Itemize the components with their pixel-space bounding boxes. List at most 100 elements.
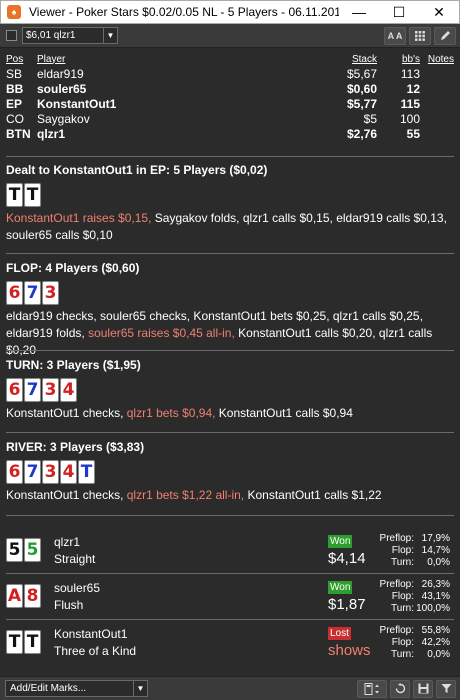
turn-actions-b: KonstantOut1 calls $0,94 [215,406,353,420]
stat-label: Flop: [391,590,414,602]
divider [6,515,454,516]
replay-icon[interactable] [390,679,410,698]
result-player-name: KonstantOut1 [54,627,128,641]
stat-value: 0,0% [427,556,450,568]
table-row[interactable]: CO Saygakov $5 100 [6,111,454,126]
river-actions-b: KonstantOut1 calls $1,22 [244,488,382,502]
equity-stats: Preflop: 17,9% Flop: 14,7% Turn: 0,0% [370,532,450,568]
card: 6 [6,378,23,402]
status-badge: Won [328,535,353,548]
flop-actions: eldar919 checks, souler65 checks, Konsta… [6,308,454,359]
player-stack: $5,67 [346,66,377,81]
player-pos: SB [6,66,23,81]
header-player[interactable]: Player [37,54,287,65]
stat-value: 17,9% [421,532,450,544]
turn-actions-highlight: qlzr1 bets $0,94, [126,406,216,420]
card: 3 [42,460,59,484]
calculator-icon[interactable] [357,679,387,698]
stat-value: 55,8% [421,624,450,636]
player-pos: EP [6,96,23,111]
result-hand: Three of a Kind [54,644,137,658]
header-notes[interactable]: Notes [420,54,454,65]
hole-cards: T T [6,183,454,207]
table-row[interactable]: SB eldar919 $5,67 113 [6,66,454,81]
flop-section: FLOP: 4 Players ($0,60) 6 7 3 eldar919 c… [6,261,454,359]
player-bb: 12 [406,81,420,96]
card: 4 [60,460,77,484]
card: A [6,584,23,608]
preflop-title: Dealt to KonstantOut1 in EP: 5 Players (… [6,163,268,177]
table-row[interactable]: EP KonstantOut1 $5,77 115 [6,96,454,111]
player-name: souler65 [37,81,87,96]
pencil-icon[interactable] [434,26,456,45]
player-bb: 115 [400,96,420,111]
select-checkbox[interactable] [6,30,17,41]
card: T [6,183,23,207]
player-name: Saygakov [37,111,90,126]
flop-cards: 6 7 3 [6,281,454,305]
result-hand: Flush [54,598,84,612]
header-pos[interactable]: Pos [6,54,37,65]
table-row[interactable]: BB souler65 $0,60 12 [6,81,454,96]
turn-cards: 6 7 3 4 [6,378,454,402]
player-stack: $0,60 [346,81,377,96]
font-size-button[interactable]: A A [384,26,406,45]
stat-label: Preflop: [379,532,414,544]
river-actions-a: KonstantOut1 checks, [6,488,127,502]
maximize-icon[interactable]: ☐ [379,0,419,24]
table-row[interactable]: BTN qlzr1 $2,76 55 [6,126,454,141]
filter-icon[interactable] [436,679,456,698]
card: T [78,460,95,484]
card: T [6,630,23,654]
result-hand: Straight [54,552,96,566]
turn-actions-a: KonstantOut1 checks, [6,406,127,420]
river-title: RIVER: 3 Players ($3,83) [6,440,145,454]
stat-label: Turn: [391,648,414,660]
turn-actions: KonstantOut1 checks, qlzr1 bets $0,94, K… [6,405,454,422]
header-stack[interactable]: Stack [287,54,377,65]
stat-value: 0,0% [427,648,450,660]
header-bb[interactable]: bb's [377,54,420,65]
card: 3 [42,378,59,402]
stat-label: Flop: [391,544,414,556]
result-amount: $4,14 [328,550,366,567]
player-bb: 100 [399,111,420,126]
shown-cards: 5 5 [6,538,41,562]
card: 7 [24,378,41,402]
divider [6,432,454,433]
chevron-down-icon[interactable]: ▼ [103,28,117,43]
card: 6 [6,281,23,305]
app-icon: ♠ [7,5,21,19]
hand-select[interactable]: $6,01 qlzr1 ▼ [22,27,118,44]
stat-value: 43,1% [421,590,450,602]
shown-cards: T T [6,630,41,654]
stat-value: 14,7% [421,544,450,556]
card: 6 [6,460,23,484]
river-section: RIVER: 3 Players ($3,83) 6 7 3 4 T Konst… [6,440,454,504]
grid-icon[interactable] [409,26,431,45]
minimize-icon[interactable]: — [339,0,379,24]
equity-stats: Preflop: 26,3% Flop: 43,1% Turn: 100,0% [370,578,450,614]
stat-label: Preflop: [379,624,414,636]
player-name: KonstantOut1 [37,96,117,111]
marks-select[interactable]: Add/Edit Marks... ▼ [5,680,148,697]
stat-value: 100,0% [416,602,450,614]
player-stack: $5,77 [346,96,377,111]
stat-label: Preflop: [379,578,414,590]
save-icon[interactable] [413,679,433,698]
chevron-down-icon[interactable]: ▼ [133,681,147,696]
card: 5 [24,538,41,562]
turn-title: TURN: 3 Players ($1,95) [6,358,141,372]
hero-action: KonstantOut1 raises $0,15, [6,211,152,225]
stat-label: Turn: [391,556,414,568]
card: T [24,630,41,654]
card: 4 [60,378,77,402]
player-bb: 113 [400,66,420,81]
card: 5 [6,538,23,562]
title-bar: ♠ Viewer - Poker Stars $0.02/0.05 NL - 5… [0,0,460,24]
close-icon[interactable]: ✕ [419,0,459,24]
shown-cards: A 8 [6,584,41,608]
bottom-bar: Add/Edit Marks... ▼ [0,676,460,700]
player-name: qlzr1 [37,126,66,141]
status-badge: Lost [328,627,351,640]
